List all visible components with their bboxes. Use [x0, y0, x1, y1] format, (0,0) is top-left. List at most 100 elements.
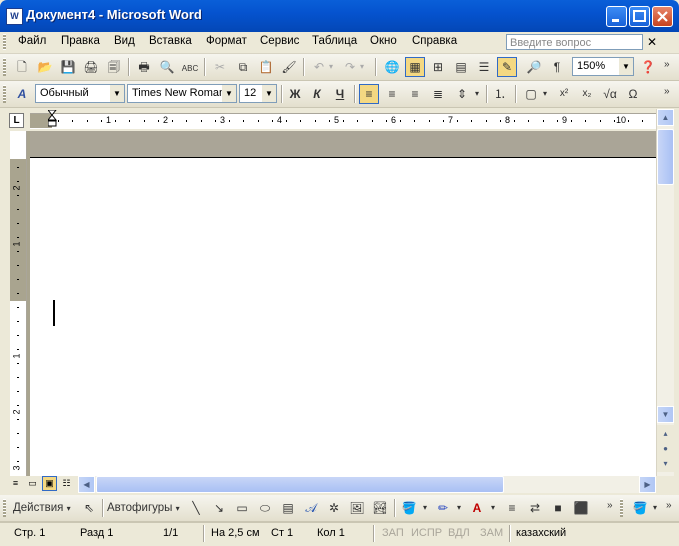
menu-tools[interactable]: Сервис: [260, 35, 299, 47]
ruler-strip[interactable]: 1 2 3 4 5 6 7 8 9 10: [30, 109, 658, 132]
menu-format[interactable]: Формат: [206, 35, 247, 47]
insert-hyperlink-button[interactable]: 🌐: [382, 57, 402, 77]
select-objects-button[interactable]: ⇖: [79, 498, 99, 518]
close-button[interactable]: [652, 6, 673, 27]
maximize-button[interactable]: [629, 6, 650, 27]
print-layout-button[interactable]: ▣: [42, 476, 57, 491]
text-box-button[interactable]: ▤: [278, 498, 298, 518]
borders-dropdown[interactable]: ▾: [540, 84, 550, 104]
font-size-select[interactable]: 12 ▼: [239, 84, 277, 103]
status-language[interactable]: казахский: [516, 527, 566, 539]
columns-button[interactable]: ☰: [474, 57, 494, 77]
title-bar[interactable]: W Документ4 - Microsoft Word: [0, 0, 679, 32]
toolbar-grip[interactable]: [3, 58, 6, 76]
word-doc-icon[interactable]: W: [6, 8, 23, 25]
subscript-button[interactable]: x₂: [577, 84, 597, 104]
italic-button[interactable]: К: [307, 84, 327, 104]
format-fill-button[interactable]: 🪣: [630, 498, 650, 518]
insert-picture-button[interactable]: 🏞: [370, 498, 390, 518]
wordart-button[interactable]: 𝒜: [301, 498, 321, 518]
scroll-down-button[interactable]: ▼: [657, 406, 674, 423]
toolbar-grip[interactable]: [620, 499, 623, 517]
undo-dropdown[interactable]: ▾: [326, 57, 336, 77]
vertical-scroll-thumb[interactable]: [657, 129, 674, 185]
outline-view-button[interactable]: ☷: [59, 476, 74, 491]
fill-color-button[interactable]: 🪣: [399, 498, 419, 518]
styles-formatting-button[interactable]: A: [12, 84, 32, 104]
toolbar-options-icon[interactable]: »: [607, 500, 613, 511]
close-document-icon[interactable]: ✕: [647, 35, 657, 49]
justify-button[interactable]: ≣: [428, 84, 448, 104]
document-page[interactable]: [30, 158, 656, 476]
shadow-style-button[interactable]: ■: [548, 498, 568, 518]
superscript-button[interactable]: x²: [554, 84, 574, 104]
align-left-button[interactable]: ≡: [359, 84, 379, 104]
toolbar-options-icon[interactable]: »: [664, 59, 670, 70]
symbol-button[interactable]: Ω: [623, 84, 643, 104]
cut-button[interactable]: ✂: [210, 57, 230, 77]
tab-selector[interactable]: L: [9, 113, 24, 128]
font-select[interactable]: Times New Roman ▼: [127, 84, 237, 103]
indent-marker-icon[interactable]: [46, 109, 58, 132]
menu-grip[interactable]: [3, 34, 6, 50]
autoshapes-menu[interactable]: Автофигуры ▾: [107, 498, 183, 518]
print-button[interactable]: 🖶: [134, 57, 154, 77]
horizontal-scroll-thumb[interactable]: [96, 476, 504, 493]
clipart-button[interactable]: 🖼: [347, 498, 367, 518]
status-extend[interactable]: ВДЛ: [448, 527, 470, 539]
oval-button[interactable]: ⬭: [255, 498, 275, 518]
drawing-button[interactable]: ✎: [497, 57, 517, 77]
save-button[interactable]: 💾: [58, 57, 78, 77]
vertical-scrollbar[interactable]: ▲ ▼ ▴ ● ▾: [656, 109, 674, 476]
align-center-button[interactable]: ≡: [382, 84, 402, 104]
menu-file[interactable]: Файл: [18, 35, 46, 47]
normal-view-button[interactable]: ≡: [8, 476, 23, 491]
minimize-button[interactable]: [606, 6, 627, 27]
arrow-button[interactable]: ↘: [209, 498, 229, 518]
line-spacing-button[interactable]: ⇕: [452, 84, 472, 104]
format-painter-button[interactable]: 🖌: [279, 57, 299, 77]
vertical-ruler[interactable]: 2 1 1 2 3: [10, 131, 27, 476]
diagram-button[interactable]: ✲: [324, 498, 344, 518]
arrow-style-button[interactable]: ⇄: [525, 498, 545, 518]
help-search-input[interactable]: Введите вопрос: [506, 34, 643, 50]
show-hide-button[interactable]: ¶: [547, 57, 567, 77]
fill-color-dropdown[interactable]: ▾: [420, 498, 430, 518]
menu-help[interactable]: Справка: [412, 35, 457, 47]
next-page-button[interactable]: ▾: [657, 455, 674, 472]
line-button[interactable]: ╲: [186, 498, 206, 518]
horizontal-ruler[interactable]: L 1 2 3 4 5 6 7 8 9 10: [0, 109, 660, 131]
format-fill-dropdown[interactable]: ▾: [650, 498, 660, 518]
equation-button[interactable]: √α: [600, 84, 620, 104]
document-map-button[interactable]: 🔎: [524, 57, 544, 77]
borders-button[interactable]: ▢: [521, 84, 541, 104]
line-spacing-dropdown[interactable]: ▾: [472, 84, 482, 104]
web-layout-button[interactable]: ▭: [25, 476, 40, 491]
font-color-button[interactable]: A: [467, 498, 487, 518]
scroll-up-button[interactable]: ▲: [657, 109, 674, 126]
style-select[interactable]: Обычный ▼: [35, 84, 125, 103]
open-button[interactable]: 📂: [35, 57, 55, 77]
menu-table[interactable]: Таблица: [312, 35, 357, 47]
toolbar-grip[interactable]: [3, 85, 6, 103]
menu-window[interactable]: Окно: [370, 35, 397, 47]
3d-style-button[interactable]: ⬛: [571, 498, 591, 518]
redo-dropdown[interactable]: ▾: [357, 57, 367, 77]
insert-table-button[interactable]: ⊞: [428, 57, 448, 77]
scroll-left-button[interactable]: ◀: [78, 476, 95, 493]
scroll-right-button[interactable]: ▶: [639, 476, 656, 493]
draw-actions-menu[interactable]: Действия ▾: [13, 498, 73, 518]
email-button[interactable]: 🗐: [104, 57, 124, 77]
menu-edit[interactable]: Правка: [61, 35, 100, 47]
line-color-button[interactable]: ✏: [433, 498, 453, 518]
toolbar-options-icon[interactable]: »: [666, 500, 672, 511]
menu-insert[interactable]: Вставка: [149, 35, 192, 47]
help-button[interactable]: ❓: [638, 57, 658, 77]
toolbar-options-icon[interactable]: »: [664, 86, 670, 97]
horizontal-scrollbar[interactable]: ◀ ▶: [78, 476, 656, 493]
permission-button[interactable]: 🖨: [81, 57, 101, 77]
underline-button[interactable]: Ч: [330, 84, 350, 104]
menu-view[interactable]: Вид: [114, 35, 135, 47]
insert-excel-button[interactable]: ▤: [451, 57, 471, 77]
status-record[interactable]: ЗАП: [382, 527, 404, 539]
